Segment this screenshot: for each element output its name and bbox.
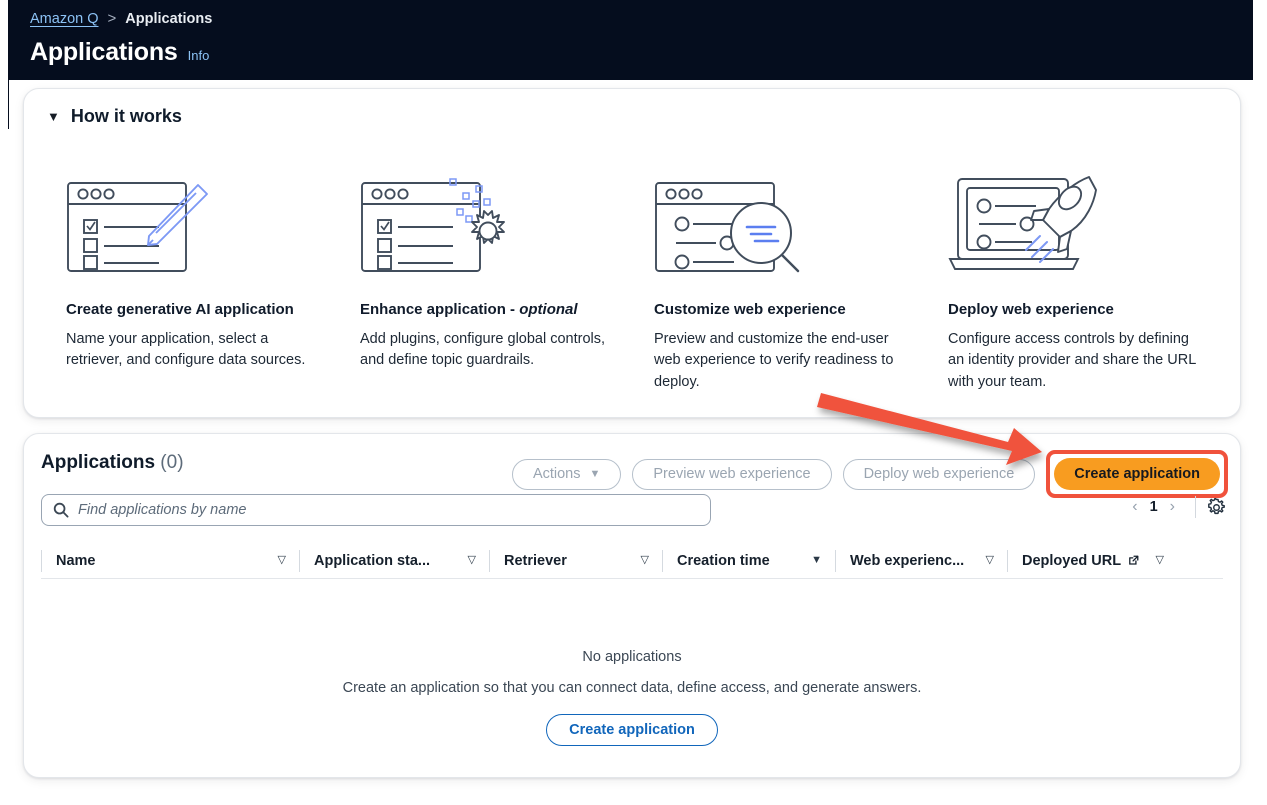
search-icon: [53, 502, 69, 518]
search-and-pagination-row: Find applications by name ‹ 1 ›: [24, 494, 1240, 540]
gear-icon: [1208, 497, 1225, 514]
browser-checklist-gear-icon: [360, 163, 610, 275]
column-header-web-experience[interactable]: Web experienc... ▽: [835, 549, 1007, 572]
chevron-down-icon: ▼: [589, 468, 601, 480]
external-link-icon: [1127, 554, 1140, 567]
column-label: Deployed URL: [1022, 552, 1122, 569]
actions-button[interactable]: Actions ▼: [511, 458, 622, 490]
browser-sliders-magnifier-icon: [654, 163, 904, 275]
pagination-next-button[interactable]: ›: [1161, 498, 1184, 516]
laptop-rocket-icon: [948, 163, 1198, 275]
column-label: Name: [56, 552, 96, 569]
column-header-application-status[interactable]: Application sta... ▽: [299, 549, 489, 572]
page-root: Amazon Q > Applications Applications Inf…: [0, 0, 1267, 805]
step-heading: Create generative AI application: [66, 301, 294, 318]
step-heading: Enhance application - optional: [360, 301, 578, 318]
empty-state-subtitle: Create an application so that you can co…: [342, 680, 922, 696]
applications-toolbar: Applications (0) Actions ▼ Preview web e…: [24, 434, 1240, 498]
how-it-works-title: How it works: [70, 106, 182, 126]
breadcrumb: Amazon Q > Applications: [30, 10, 212, 27]
sort-icon[interactable]: ▽: [641, 555, 649, 566]
column-header-name[interactable]: Name ▽: [41, 549, 299, 572]
breadcrumb-current-applications: Applications: [125, 10, 213, 27]
how-it-works-card: ▼ How it works Create generative AI appl…: [23, 88, 1241, 418]
sort-icon-active[interactable]: ▼: [811, 555, 822, 566]
column-header-creation-time[interactable]: Creation time ▼: [662, 549, 835, 572]
table-header-row: Name ▽ Application sta... ▽ Retriever ▽ …: [41, 543, 1223, 579]
column-label: Application sta...: [314, 552, 431, 569]
how-it-works-step: Create generative AI application Name yo…: [44, 163, 338, 393]
toolbar-buttons: Actions ▼ Preview web experience Deploy …: [511, 450, 1228, 498]
breadcrumb-separator-icon: >: [107, 10, 117, 27]
how-it-works-steps: Create generative AI application Name yo…: [24, 127, 1240, 393]
applications-count: (0): [160, 452, 184, 473]
empty-state: No applications Create an application so…: [24, 579, 1240, 746]
applications-table-card: Applications (0) Actions ▼ Preview web e…: [23, 433, 1241, 778]
empty-state-title: No applications: [582, 649, 682, 665]
column-label: Retriever: [504, 552, 567, 569]
empty-state-create-application-button[interactable]: Create application: [546, 714, 718, 746]
table-preferences-button[interactable]: [1207, 497, 1226, 517]
create-application-button[interactable]: Create application: [1054, 458, 1220, 490]
deploy-web-experience-button[interactable]: Deploy web experience: [842, 458, 1036, 490]
column-label: Web experienc...: [850, 552, 965, 569]
column-header-retriever[interactable]: Retriever ▽: [489, 549, 662, 572]
create-application-highlight: Create application: [1046, 450, 1228, 498]
step-description: Configure access controls by defining an…: [948, 331, 1196, 390]
step-description: Preview and customize the end-user web e…: [654, 331, 894, 390]
page-title: Applications: [30, 38, 178, 66]
how-it-works-header[interactable]: ▼ How it works: [24, 89, 1240, 127]
step-description: Name your application, select a retrieve…: [66, 331, 306, 369]
step-description: Add plugins, configure global controls, …: [360, 331, 606, 369]
breadcrumb-link-amazon-q[interactable]: Amazon Q: [30, 11, 99, 27]
sort-icon[interactable]: ▽: [468, 555, 476, 566]
browser-checklist-pencil-icon: [66, 163, 316, 275]
how-it-works-step: Customize web experience Preview and cus…: [632, 163, 926, 393]
step-heading: Deploy web experience: [948, 301, 1114, 318]
column-label: Creation time: [677, 552, 770, 569]
preview-web-experience-button[interactable]: Preview web experience: [632, 458, 832, 490]
search-input-wrapper[interactable]: Find applications by name: [41, 494, 711, 526]
column-header-deployed-url[interactable]: Deployed URL ▽: [1007, 549, 1177, 572]
pagination-page-1[interactable]: 1: [1147, 499, 1161, 515]
pagination: ‹ 1 ›: [1123, 496, 1226, 518]
info-link[interactable]: Info: [188, 48, 210, 63]
sort-icon[interactable]: ▽: [986, 555, 994, 566]
step-heading: Customize web experience: [654, 301, 846, 318]
how-it-works-step: Enhance application - optional Add plugi…: [338, 163, 632, 393]
divider: [1195, 496, 1196, 518]
page-title-row: Applications Info: [30, 38, 209, 67]
applications-title: Applications (0): [41, 452, 184, 473]
chevron-down-icon[interactable]: ▼: [47, 110, 60, 123]
sort-icon[interactable]: ▽: [1156, 555, 1164, 566]
search-input[interactable]: Find applications by name: [78, 502, 246, 518]
sort-icon[interactable]: ▽: [278, 555, 286, 566]
how-it-works-step: Deploy web experience Configure access c…: [926, 163, 1220, 393]
pagination-prev-button[interactable]: ‹: [1123, 498, 1146, 516]
